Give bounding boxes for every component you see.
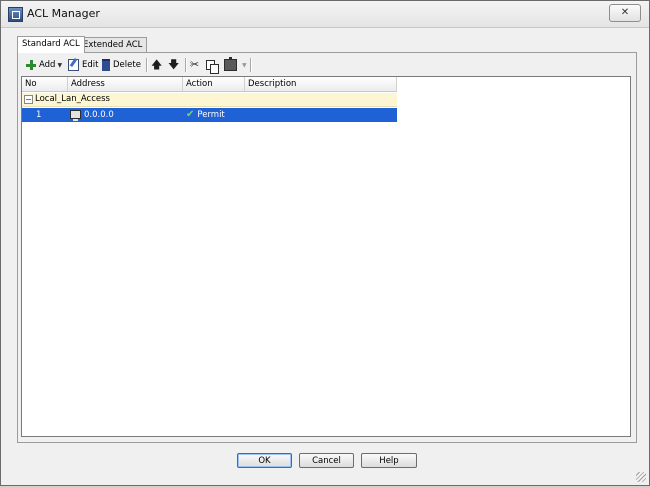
address-value: 0.0.0.0 <box>84 110 114 120</box>
column-header-address[interactable]: Address <box>68 77 183 91</box>
edit-button[interactable]: Edit <box>68 57 98 73</box>
acl-table[interactable]: No Address Action Description − Local_La… <box>21 76 631 437</box>
toolbar-separator <box>146 58 147 72</box>
copy-button[interactable] <box>206 57 219 74</box>
add-button[interactable]: Add ▼ <box>26 57 62 73</box>
row-address: 0.0.0.0 <box>70 108 114 122</box>
column-header-action[interactable]: Action <box>183 77 245 91</box>
chevron-down-icon[interactable]: ▼ <box>57 62 62 69</box>
move-up-button[interactable]: 🡅 <box>151 57 164 73</box>
toolbar-separator <box>250 58 251 72</box>
add-label: Add <box>39 60 56 70</box>
acl-group-row[interactable]: − Local_Lan_Access <box>22 93 397 107</box>
row-number: 1 <box>36 110 42 120</box>
delete-label: Delete <box>113 60 141 70</box>
tab-extended-acl[interactable]: Extended ACL <box>78 37 148 52</box>
copy-icon <box>206 60 219 74</box>
collapse-icon[interactable]: − <box>24 95 33 104</box>
checkmark-icon: ✔ <box>186 109 195 120</box>
ok-button[interactable]: OK <box>237 453 292 468</box>
app-icon <box>8 7 23 22</box>
standard-acl-panel: Add ▼ Edit Delete 🡅 🡇 ✂ ▼ No Address Act… <box>17 52 637 443</box>
tab-standard-acl[interactable]: Standard ACL <box>17 36 85 53</box>
network-icon <box>70 110 81 121</box>
action-value: Permit <box>197 110 225 120</box>
table-row[interactable]: 1 0.0.0.0 ✔ Permit <box>22 108 397 122</box>
cancel-button[interactable]: Cancel <box>299 453 354 468</box>
acl-manager-window: ACL Manager ✕ Standard ACL Extended ACL … <box>0 0 650 486</box>
column-header-description[interactable]: Description <box>245 77 397 91</box>
paste-icon <box>224 57 237 71</box>
table-header: No Address Action Description <box>22 77 397 92</box>
edit-label: Edit <box>82 60 99 70</box>
scissors-icon: ✂ <box>190 58 200 71</box>
close-button[interactable]: ✕ <box>609 4 641 22</box>
toolbar: Add ▼ Edit Delete 🡅 🡇 ✂ ▼ <box>22 56 622 74</box>
trash-icon <box>102 59 110 71</box>
resize-grip[interactable] <box>636 472 646 482</box>
arrow-down-icon: 🡇 <box>168 58 180 71</box>
cut-button[interactable]: ✂ <box>190 57 203 73</box>
arrow-up-icon: 🡅 <box>151 58 163 71</box>
delete-button[interactable]: Delete <box>102 57 141 73</box>
row-action: ✔ Permit <box>186 108 225 122</box>
acl-group-name: Local_Lan_Access <box>35 94 110 104</box>
window-title: ACL Manager <box>27 7 100 20</box>
title-bar[interactable]: ACL Manager ✕ <box>1 1 649 28</box>
edit-icon <box>68 59 79 71</box>
column-header-no[interactable]: No <box>22 77 68 91</box>
chevron-down-icon[interactable]: ▼ <box>242 62 247 69</box>
move-down-button[interactable]: 🡇 <box>168 57 181 73</box>
paste-button[interactable]: ▼ <box>224 57 247 73</box>
toolbar-separator <box>185 58 186 72</box>
plus-icon <box>26 60 36 70</box>
help-button[interactable]: Help <box>361 453 417 468</box>
